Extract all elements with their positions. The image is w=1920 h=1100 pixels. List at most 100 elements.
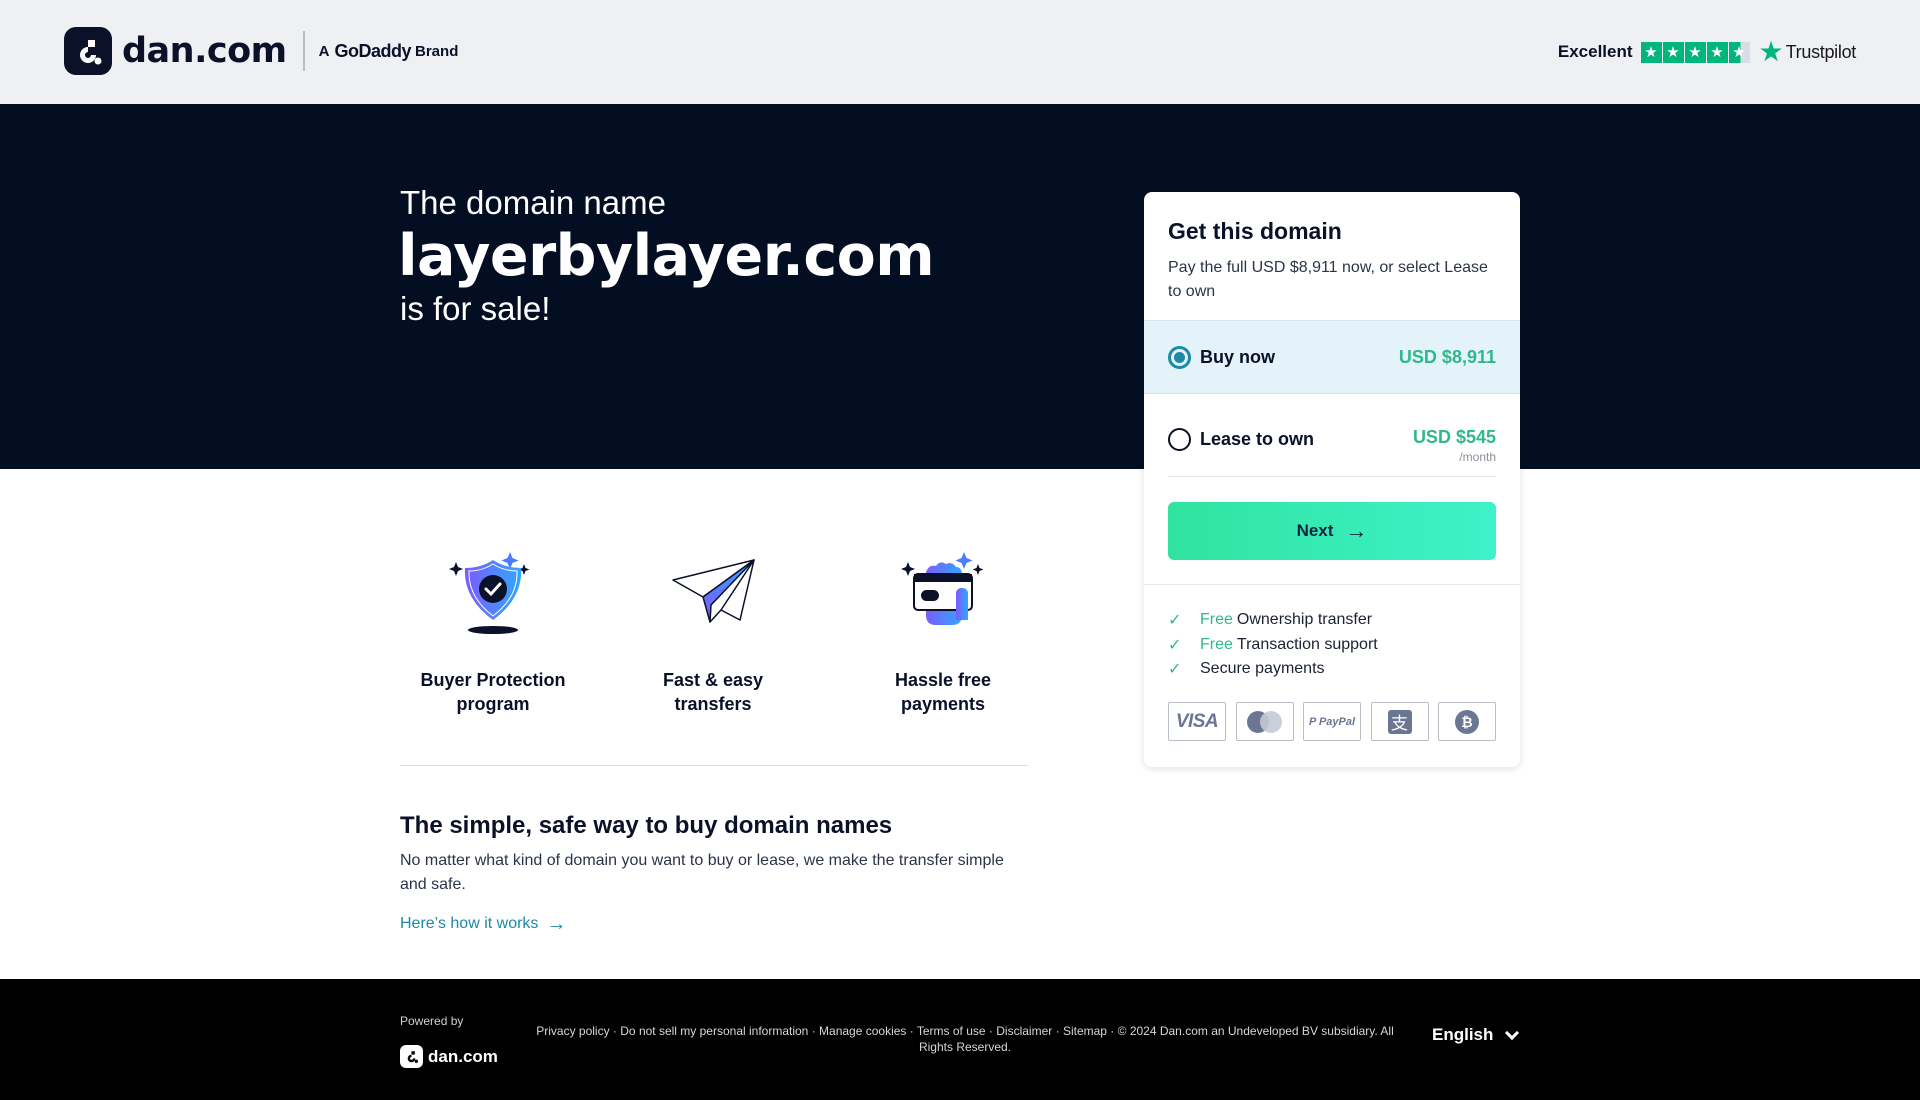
language-label: English [1432,1025,1494,1044]
feature-hassle-free-payments: Hassle free payments [853,550,1033,716]
visa-label: VISA [1175,710,1219,732]
powered-by-label: Powered by [400,1014,464,1028]
privacy-policy-link[interactable]: Privacy policy [536,1024,609,1038]
payment-methods: VISA P PayPal 支 ₿ [1168,702,1496,741]
trustpilot-logo: ★ Trustpilot [1758,36,1857,67]
logo-divider [302,31,305,71]
free-tag: Free [1200,611,1233,629]
card-title: Get this domain [1168,218,1342,244]
paypal-label: P PayPal [1308,715,1356,728]
shield-check-icon [449,552,530,634]
footer-logo-text: dan.com [428,1046,498,1066]
check-icon: ✓ [1168,612,1182,630]
domain-name: layerbylayer.com [398,223,935,289]
purchase-card: Get this domain Pay the full USD $8,911 … [1144,192,1520,767]
visa-icon: VISA [1168,702,1226,741]
dan-logo[interactable]: dan.com A GoDaddy Brand [64,27,458,75]
trustpilot-widget[interactable]: Excellent ★ ★ ★ ★ ★ ★ Trustpilot [1558,38,1856,66]
star-icon: ★ [1662,41,1684,63]
option-label: Lease to own [1200,428,1315,449]
godaddy-logo: GoDaddy [334,40,412,61]
benefit-text: Secure payments [1200,660,1325,678]
footer-links: Privacy policy · Do not sell my personal… [528,1023,1402,1055]
check-icon: ✓ [1168,636,1182,654]
alipay-icon: 支 [1370,702,1429,741]
divider [1144,584,1520,585]
disclaimer-link[interactable]: Disclaimer [996,1024,1052,1038]
mastercard-icon [1235,702,1294,741]
radio-buy-now[interactable] [1168,345,1191,369]
feature-label: Hassle free payments [894,670,992,714]
separator: · [985,1024,997,1038]
card-subtitle: Pay the full USD $8,911 now, or select L… [1168,259,1488,300]
paypal-icon: P PayPal [1303,702,1361,741]
chevron-down-icon [1505,1025,1520,1040]
next-label: Next [1296,521,1334,540]
separator: · [609,1024,621,1038]
option-price: USD $545 /month [1413,427,1496,464]
terms-of-use-link[interactable]: Terms of use [917,1024,986,1038]
separator: · [906,1024,917,1038]
language-selector[interactable]: English [1432,1025,1520,1045]
brand-suffix: Brand [415,42,459,60]
top-bar: dan.com A GoDaddy Brand Excellent ★ ★ ★ … [0,0,1920,104]
card-payment-icon [901,552,984,625]
hero-pretitle: The domain name [400,184,666,221]
brand-prefix: A [318,42,330,60]
half-star-icon: ★ [1728,41,1750,63]
trustpilot-rating-label: Excellent [1557,42,1633,61]
price-value: USD $545 [1412,426,1496,447]
feature-fast-transfers: Fast & easy transfers [623,550,803,716]
price-unit: /month [1459,449,1496,464]
separator: · [1106,1024,1118,1038]
bitcoin-icon: ₿ [1438,702,1496,741]
star-icon: ★ [1684,41,1706,63]
star-icon: ★ [1640,41,1662,63]
dan-logo-icon [64,27,112,75]
arrow-right-icon: → [546,913,567,935]
info-title: The simple, safe way to buy domain names [400,812,893,839]
separator: · [808,1024,820,1038]
benefit-item: ✓ Free Ownership transfer [1168,608,1378,633]
trustpilot-star-icon: ★ [1758,36,1784,67]
how-it-works-label: Here’s how it works [400,915,539,932]
sitemap-link[interactable]: Sitemap [1063,1024,1107,1038]
logo-text: dan.com [122,31,287,71]
feature-buyer-protection: Buyer Protection program [403,550,583,716]
manage-cookies-link[interactable]: Manage cookies [819,1024,906,1038]
option-lease-to-own[interactable]: Lease to own USD $545 /month [1144,402,1520,476]
trustpilot-logo-text: Trustpilot [1785,41,1857,62]
separator: · [1052,1024,1063,1038]
features-section: Buyer Protection program Fast & easy tra… [400,550,1028,750]
paper-plane-icon [672,559,755,623]
option-buy-now[interactable]: Buy now USD $8,911 [1144,320,1520,394]
next-button[interactable]: Next → [1168,502,1496,560]
feature-label: Fast & easy transfers [662,670,764,714]
arrow-right-icon: → [1345,518,1368,543]
benefit-item: ✓ Secure payments [1168,657,1378,682]
do-not-sell-link[interactable]: Do not sell my personal information [620,1024,808,1038]
dan-logo-icon [400,1045,423,1068]
footer-dan-logo[interactable]: dan.com [400,1045,498,1068]
info-text: No matter what kind of domain you want t… [400,852,1004,893]
benefit-item: ✓ Free Transaction support [1168,633,1378,658]
free-tag: Free [1200,635,1233,653]
benefits-list: ✓ Free Ownership transfer ✓ Free Transac… [1168,608,1378,682]
benefit-text: Transaction support [1236,635,1378,653]
divider [1168,476,1496,477]
trustpilot-stars: ★ ★ ★ ★ ★ [1640,41,1751,63]
hero-banner: The domain name layerbylayer.com is for … [0,104,1920,469]
feature-label: Buyer Protection program [420,670,566,714]
alipay-glyph: 支 [1387,709,1412,734]
footer: Powered by dan.com Privacy policy · Do n… [0,979,1920,1100]
benefit-text: Ownership transfer [1236,611,1373,629]
bitcoin-glyph: ₿ [1455,709,1479,734]
section-divider [400,765,1028,766]
option-label: Buy now [1200,346,1275,367]
option-price: USD $8,911 [1399,347,1496,368]
price-value: USD $8,911 [1398,346,1496,367]
check-icon: ✓ [1168,661,1182,679]
radio-lease-to-own[interactable] [1168,427,1191,451]
how-it-works-link[interactable]: Here’s how it works → [400,914,566,934]
star-icon: ★ [1706,41,1728,63]
